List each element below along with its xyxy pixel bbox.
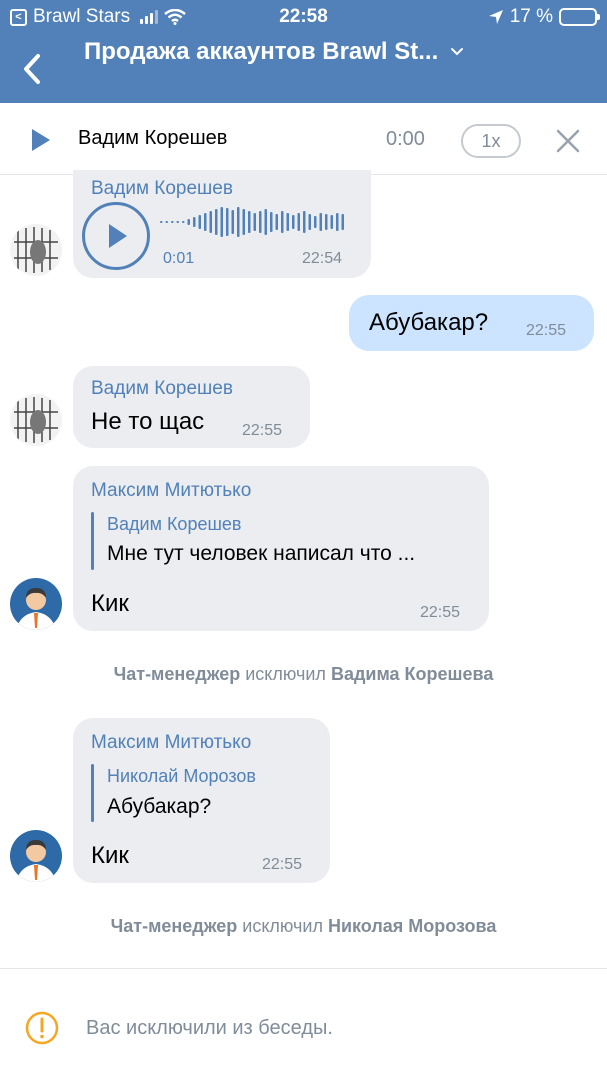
message-time: 22:55: [242, 422, 283, 439]
reply-quote-bar: [91, 512, 94, 570]
voice-waveform[interactable]: [160, 206, 350, 238]
message-time: 22:55: [262, 856, 303, 873]
message-author[interactable]: Вадим Корешев: [91, 378, 233, 400]
chevron-down-icon: [451, 48, 464, 56]
message-time: 22:54: [302, 250, 343, 267]
message-time: 22:55: [420, 604, 461, 621]
message-time: 22:55: [526, 322, 567, 339]
app-header: < Brawl Stars 22:58 17 % Продажа аккаунт…: [0, 0, 607, 103]
message-text: Кик: [91, 590, 129, 617]
service-actor[interactable]: Чат-менеджер: [111, 916, 238, 936]
service-target[interactable]: Вадима Корешева: [331, 664, 493, 684]
voice-duration: 0:01: [163, 250, 195, 267]
back-arrow-icon[interactable]: [18, 52, 48, 86]
excluded-notice: Вас исключили из беседы.: [86, 1017, 333, 1039]
playback-speed-button[interactable]: 1x: [461, 124, 521, 158]
play-icon[interactable]: [32, 129, 50, 151]
reply-quote-bar: [91, 764, 94, 822]
message-author[interactable]: Максим Митютько: [91, 732, 251, 754]
message-author[interactable]: Максим Митютько: [91, 480, 251, 502]
avatar-vadim[interactable]: [10, 394, 62, 446]
status-right: 17 %: [488, 6, 600, 28]
chat-title: Продажа аккаунтов Brawl St...: [84, 38, 439, 65]
service-message: Чат-менеджер исключил Николая Морозова: [0, 916, 607, 937]
service-action: исключил: [245, 664, 326, 684]
message-text: Абубакар?: [369, 309, 489, 336]
message-author[interactable]: Вадим Корешев: [91, 178, 233, 200]
reply-text[interactable]: Мне тут человек написал что ...: [107, 542, 415, 566]
service-target[interactable]: Николая Морозова: [328, 916, 496, 936]
player-time: 0:00: [386, 128, 425, 150]
message-text: Не то щас: [91, 408, 205, 435]
warning-icon: [25, 1011, 59, 1045]
audio-player-bar: Вадим Корешев 0:00 1x: [0, 103, 607, 175]
reply-author[interactable]: Вадим Корешев: [107, 514, 241, 535]
reply-text[interactable]: Абубакар?: [107, 795, 211, 819]
avatar-maxim[interactable]: [10, 578, 62, 630]
service-message: Чат-менеджер исключил Вадима Корешева: [0, 664, 607, 685]
bottom-notice-bar: Вас исключили из беседы.: [0, 968, 607, 1080]
player-author: Вадим Корешев: [78, 127, 228, 149]
avatar-maxim[interactable]: [10, 830, 62, 882]
service-action: исключил: [242, 916, 323, 936]
reply-author[interactable]: Николай Морозов: [107, 766, 256, 787]
service-actor[interactable]: Чат-менеджер: [114, 664, 241, 684]
battery-icon: [559, 8, 600, 26]
close-icon[interactable]: [556, 129, 580, 153]
location-icon: [488, 10, 503, 24]
voice-play-button[interactable]: [82, 202, 150, 270]
message-text: Кик: [91, 842, 129, 869]
status-bar: < Brawl Stars 22:58 17 %: [0, 0, 607, 36]
battery-percent: 17 %: [509, 6, 553, 27]
avatar-vadim[interactable]: [10, 224, 62, 276]
chat-title-button[interactable]: Продажа аккаунтов Brawl St...: [84, 38, 464, 66]
